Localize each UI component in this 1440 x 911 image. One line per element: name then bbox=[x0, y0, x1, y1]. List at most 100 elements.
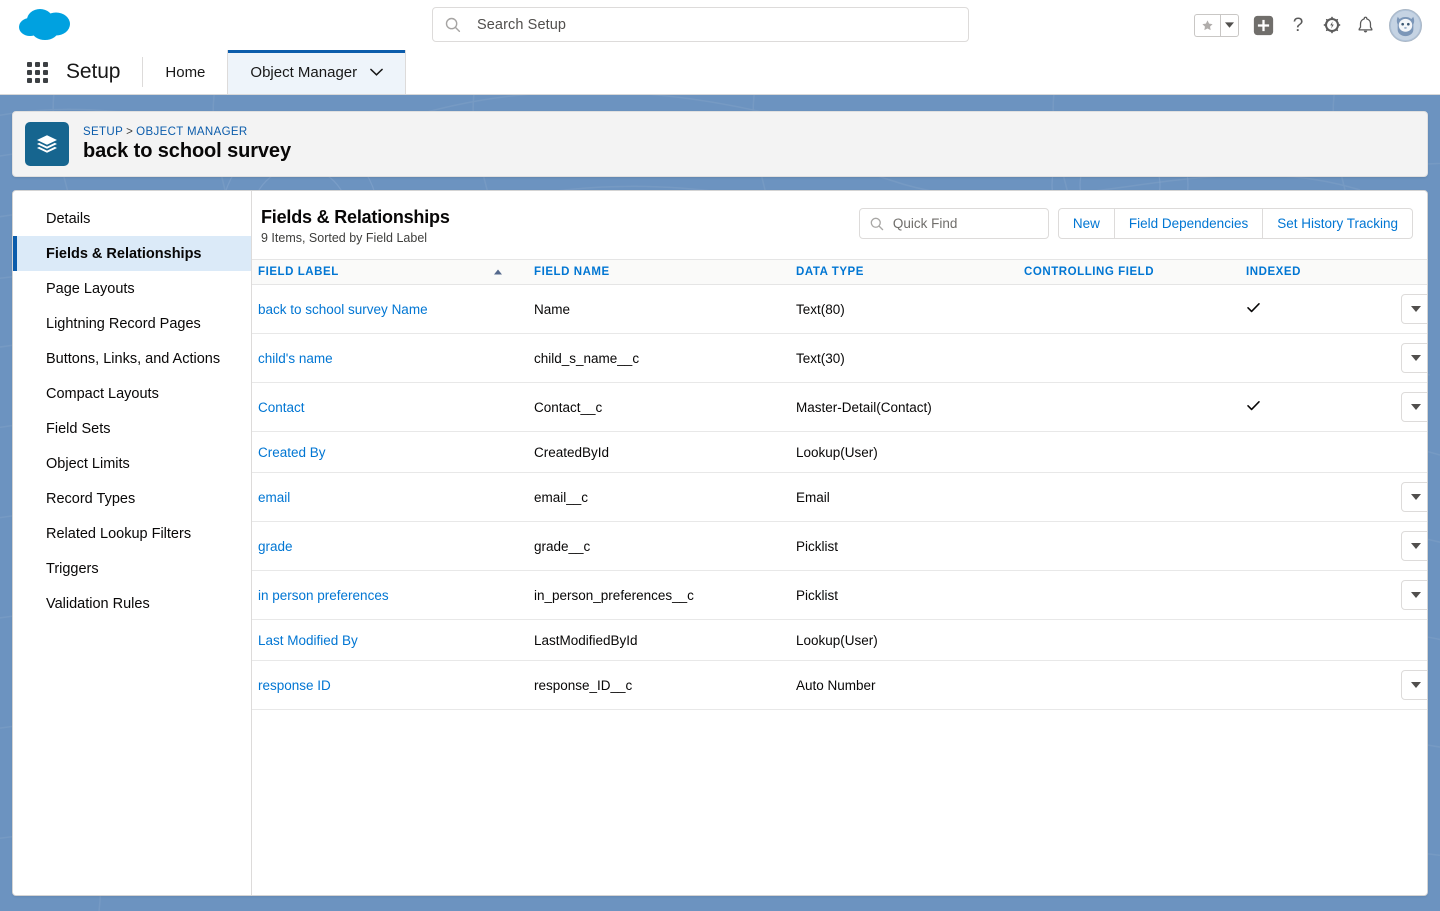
fields-table-body: back to school survey Name Name Text(80) ch… bbox=[252, 284, 1427, 710]
row-actions-button[interactable] bbox=[1401, 343, 1427, 373]
column-header-indexed[interactable]: INDEXED bbox=[1240, 259, 1395, 285]
field-label-link[interactable]: grade bbox=[258, 539, 293, 554]
favorites-control[interactable] bbox=[1194, 13, 1239, 37]
cell-controlling-field bbox=[1018, 382, 1240, 432]
field-label-link[interactable]: back to school survey Name bbox=[258, 302, 428, 317]
cell-field-name: grade__c bbox=[528, 521, 790, 571]
cell-field-label: Last Modified By bbox=[252, 619, 528, 661]
help-icon[interactable]: ? bbox=[1288, 14, 1308, 36]
sidebar-item-compact-layouts[interactable]: Compact Layouts bbox=[13, 376, 251, 411]
chevron-down-icon bbox=[1411, 355, 1421, 361]
field-label-link[interactable]: Last Modified By bbox=[258, 633, 358, 648]
field-label-link[interactable]: Contact bbox=[258, 400, 305, 415]
setup-nav-bar: Setup Home Object Manager bbox=[0, 50, 1440, 95]
content-header: Fields & Relationships 9 Items, Sorted b… bbox=[252, 191, 1427, 245]
object-sidebar-nav: Details Fields & Relationships Page Layo… bbox=[13, 191, 252, 895]
setup-title: Setup bbox=[66, 60, 121, 83]
new-button[interactable]: New bbox=[1057, 208, 1115, 239]
tab-object-manager[interactable]: Object Manager bbox=[228, 50, 407, 94]
field-label-link[interactable]: in person preferences bbox=[258, 588, 389, 603]
sidebar-item-record-types[interactable]: Record Types bbox=[13, 481, 251, 516]
add-icon[interactable] bbox=[1253, 15, 1274, 36]
breadcrumb-setup-link[interactable]: SETUP bbox=[83, 126, 123, 138]
sidebar-item-triggers[interactable]: Triggers bbox=[13, 551, 251, 586]
favorites-star-icon[interactable] bbox=[1194, 13, 1220, 37]
cell-field-label: Created By bbox=[252, 431, 528, 473]
page-background: SETUP > OBJECT MANAGER back to school surv… bbox=[0, 95, 1440, 911]
column-label-text: INDEXED bbox=[1246, 266, 1301, 278]
search-icon bbox=[445, 17, 461, 32]
cell-field-name: LastModifiedById bbox=[528, 619, 790, 661]
breadcrumb-separator: > bbox=[126, 125, 134, 138]
table-row: Contact Contact__c Master-Detail(Contact) bbox=[252, 382, 1427, 432]
table-header-row: FIELD LABEL FIELD NAME DATA TYPE CONTROL… bbox=[252, 259, 1427, 285]
action-button-group: New Field Dependencies Set History Track… bbox=[1057, 208, 1413, 239]
field-label-link[interactable]: Created By bbox=[258, 445, 326, 460]
set-history-tracking-button[interactable]: Set History Tracking bbox=[1263, 208, 1413, 239]
main-panel: Details Fields & Relationships Page Layo… bbox=[12, 190, 1428, 896]
column-header-controlling-field[interactable]: CONTROLLING FIELD bbox=[1018, 259, 1240, 285]
row-actions-button[interactable] bbox=[1401, 531, 1427, 561]
salesforce-cloud-logo[interactable] bbox=[16, 3, 78, 47]
sidebar-item-validation-rules[interactable]: Validation Rules bbox=[13, 586, 251, 621]
cell-field-label: response ID bbox=[252, 660, 528, 710]
setup-gear-icon[interactable] bbox=[1322, 15, 1342, 35]
tab-home-label: Home bbox=[165, 63, 206, 81]
sidebar-item-label: Object Limits bbox=[46, 455, 130, 472]
row-actions-button[interactable] bbox=[1401, 294, 1427, 324]
cell-data-type: Text(80) bbox=[790, 284, 1018, 334]
sidebar-item-label: Buttons, Links, and Actions bbox=[46, 350, 221, 367]
row-actions-button[interactable] bbox=[1401, 670, 1427, 700]
column-header-data-type[interactable]: DATA TYPE bbox=[790, 259, 1018, 285]
user-avatar[interactable] bbox=[1389, 8, 1422, 42]
global-search[interactable]: Search Setup bbox=[432, 7, 969, 42]
sidebar-item-details[interactable]: Details bbox=[13, 201, 251, 236]
table-row: in person preferences in_person_preferenc… bbox=[252, 570, 1427, 620]
cell-field-name: in_person_preferences__c bbox=[528, 570, 790, 620]
cell-field-name: response_ID__c bbox=[528, 660, 790, 710]
cell-field-name: email__c bbox=[528, 472, 790, 522]
sidebar-item-object-limits[interactable]: Object Limits bbox=[13, 446, 251, 481]
field-label-link[interactable]: response ID bbox=[258, 678, 331, 693]
table-row: child's name child_s_name__c Text(30) bbox=[252, 333, 1427, 383]
sort-ascending-icon bbox=[494, 269, 502, 275]
notifications-bell-icon[interactable] bbox=[1356, 15, 1375, 35]
breadcrumb-object-manager-link[interactable]: OBJECT MANAGER bbox=[136, 126, 247, 138]
cell-indexed bbox=[1240, 382, 1395, 432]
sidebar-item-buttons-links-actions[interactable]: Buttons, Links, and Actions bbox=[13, 341, 251, 376]
field-label-link[interactable]: child's name bbox=[258, 351, 333, 366]
sidebar-item-label: Compact Layouts bbox=[46, 385, 159, 402]
sidebar-item-fields-relationships[interactable]: Fields & Relationships bbox=[13, 236, 251, 271]
cell-indexed bbox=[1240, 431, 1395, 473]
quick-find-placeholder: Quick Find bbox=[892, 216, 958, 231]
column-header-field-name[interactable]: FIELD NAME bbox=[528, 259, 790, 285]
row-actions-button[interactable] bbox=[1401, 482, 1427, 512]
sidebar-item-related-lookup-filters[interactable]: Related Lookup Filters bbox=[13, 516, 251, 551]
cell-data-type: Text(30) bbox=[790, 333, 1018, 383]
sidebar-item-field-sets[interactable]: Field Sets bbox=[13, 411, 251, 446]
row-actions-button[interactable] bbox=[1401, 580, 1427, 610]
field-dependencies-button[interactable]: Field Dependencies bbox=[1114, 208, 1264, 239]
column-header-field-label[interactable]: FIELD LABEL bbox=[252, 259, 528, 285]
sidebar-item-label: Details bbox=[46, 210, 91, 227]
chevron-down-icon bbox=[1411, 543, 1421, 549]
field-label-link[interactable]: email bbox=[258, 490, 290, 505]
global-header: Search Setup ? bbox=[0, 0, 1440, 50]
quick-find-input[interactable]: Quick Find bbox=[858, 208, 1049, 239]
sidebar-item-page-layouts[interactable]: Page Layouts bbox=[13, 271, 251, 306]
row-actions-button[interactable] bbox=[1401, 392, 1427, 422]
favorites-dropdown-icon[interactable] bbox=[1220, 13, 1239, 37]
app-launcher-icon[interactable] bbox=[20, 50, 54, 94]
tab-home[interactable]: Home bbox=[143, 50, 229, 94]
cell-indexed bbox=[1240, 521, 1395, 571]
chevron-down-icon bbox=[370, 64, 383, 81]
fields-table: FIELD LABEL FIELD NAME DATA TYPE CONTROL… bbox=[252, 259, 1427, 710]
sidebar-item-lightning-record-pages[interactable]: Lightning Record Pages bbox=[13, 306, 251, 341]
cell-row-actions bbox=[1395, 619, 1427, 661]
breadcrumb: SETUP > OBJECT MANAGER bbox=[83, 126, 291, 138]
table-row: Last Modified By LastModifiedById Lookup(U… bbox=[252, 619, 1427, 661]
cell-row-actions bbox=[1395, 284, 1427, 334]
cell-field-label: child's name bbox=[252, 333, 528, 383]
search-input[interactable]: Search Setup bbox=[432, 7, 969, 42]
fields-table-wrapper: FIELD LABEL FIELD NAME DATA TYPE CONTROL… bbox=[252, 259, 1427, 710]
